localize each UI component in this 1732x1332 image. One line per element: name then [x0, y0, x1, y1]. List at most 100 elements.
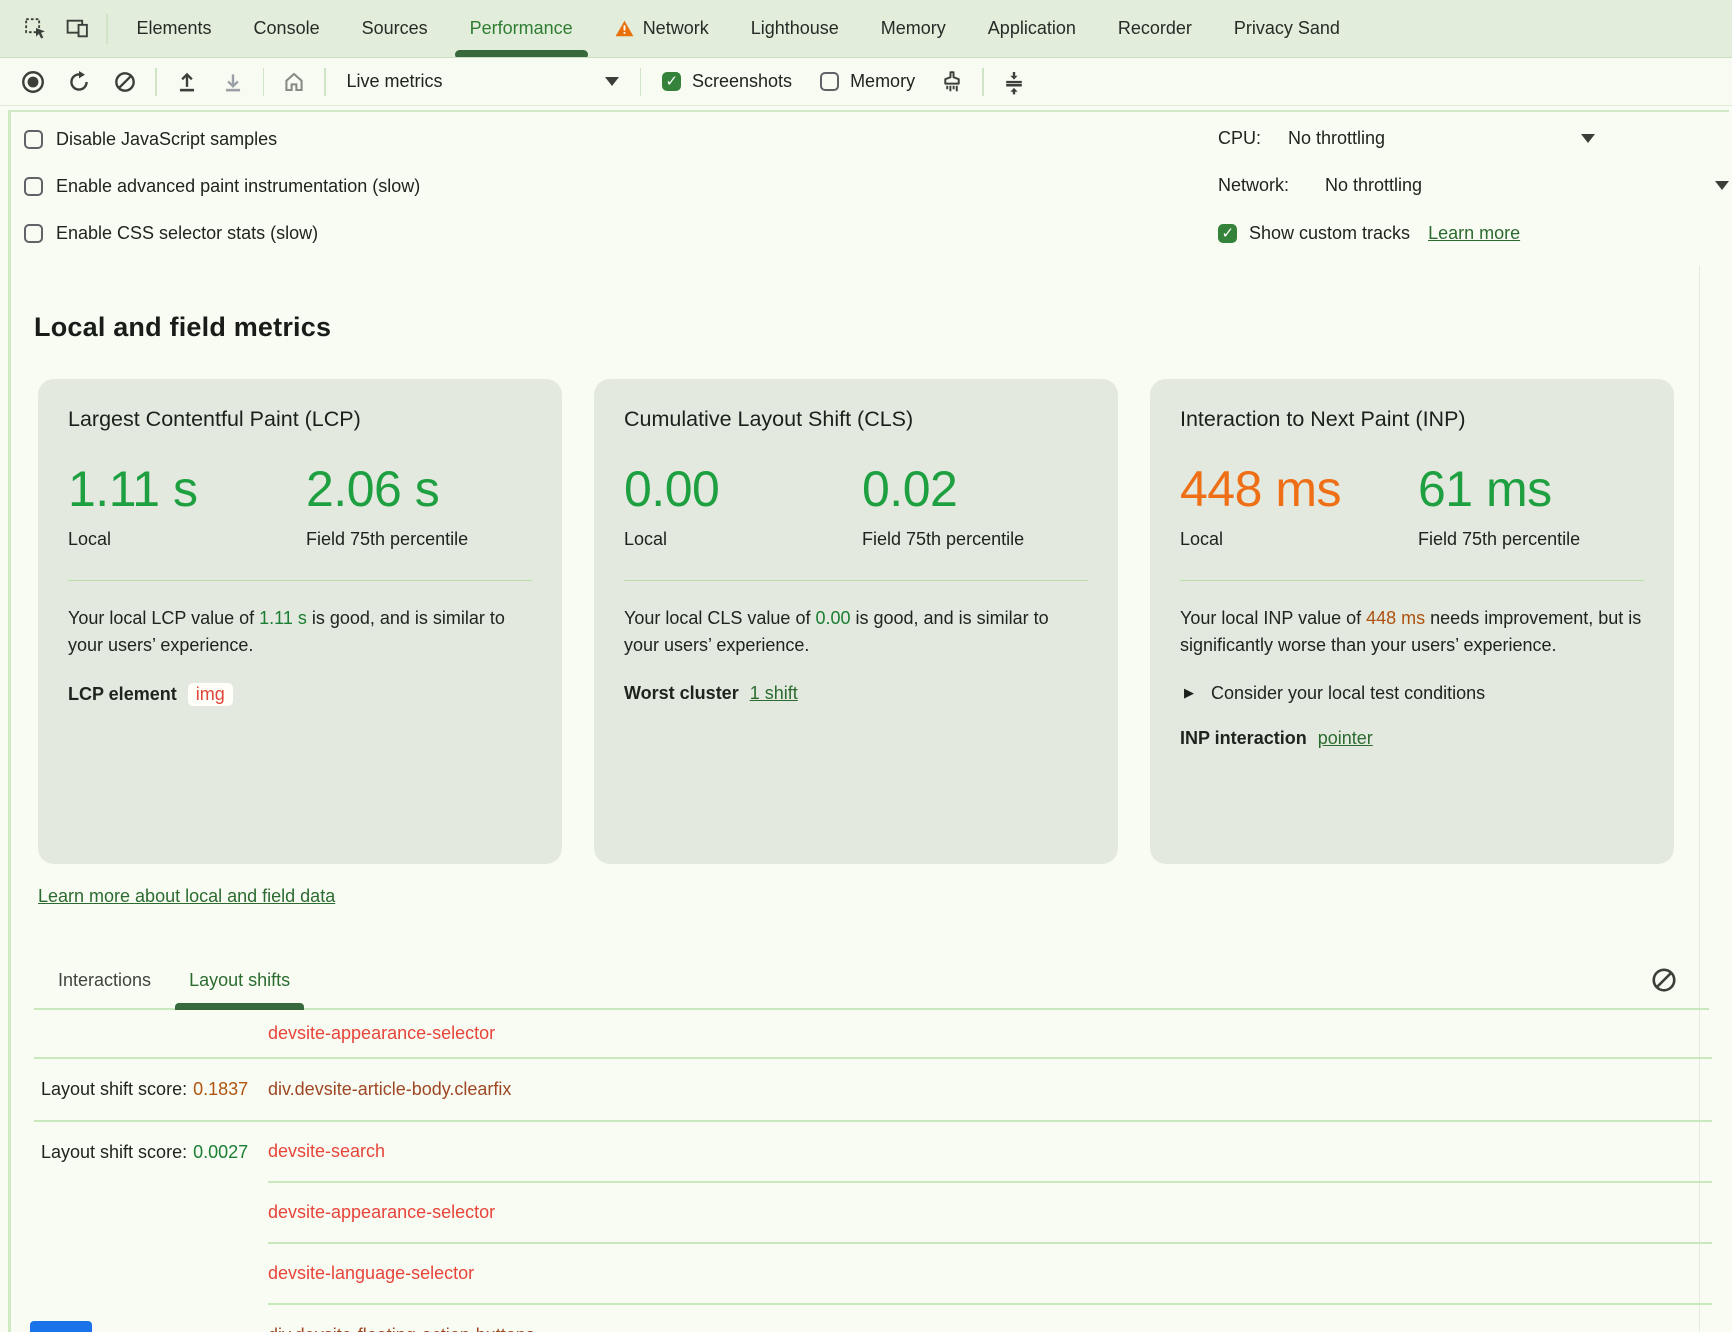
- lcp-element-node-chip[interactable]: img: [188, 683, 233, 706]
- tab-lighthouse[interactable]: Lighthouse: [730, 0, 860, 57]
- custom-tracks-row[interactable]: Show custom tracks Learn more: [1209, 210, 1732, 257]
- card-divider: [624, 580, 1088, 581]
- lcp-card: Largest Contentful Paint (LCP) 1.11 s Lo…: [38, 379, 562, 864]
- chevron-down-icon[interactable]: [1715, 181, 1729, 190]
- load-profile-icon[interactable]: [164, 62, 210, 102]
- checkbox[interactable]: [24, 177, 43, 196]
- custom-tracks-label: Show custom tracks: [1249, 223, 1410, 244]
- tab-label: Application: [988, 18, 1076, 39]
- tab-label: Console: [254, 18, 320, 39]
- tab-privacy-sand[interactable]: Privacy Sand: [1213, 0, 1361, 57]
- tab-label: Elements: [137, 18, 212, 39]
- inp-card-title: Interaction to Next Paint (INP): [1180, 407, 1644, 432]
- screenshots-checkbox[interactable]: [662, 72, 681, 91]
- tab-interactions[interactable]: Interactions: [44, 953, 165, 1008]
- tab-elements[interactable]: Elements: [116, 0, 233, 57]
- score-value: 0.1837: [193, 1079, 248, 1100]
- shift-node-link[interactable]: devsite-appearance-selector: [268, 1023, 495, 1044]
- home-icon[interactable]: [271, 62, 317, 102]
- warning-icon: [615, 20, 634, 37]
- collapse-icon[interactable]: [991, 62, 1037, 102]
- cls-card-title: Cumulative Layout Shift (CLS): [624, 407, 1088, 432]
- devtools-window: Elements Console Sources Performance Network…: [0, 0, 1732, 1332]
- layout-shift-row: Layout shift score: 0.0027devsite-search: [34, 1122, 1712, 1183]
- card-divider: [1180, 580, 1644, 581]
- tab-layout-shifts[interactable]: Layout shifts: [175, 953, 304, 1008]
- lcp-card-title: Largest Contentful Paint (LCP): [68, 407, 532, 432]
- local-test-conditions-expander[interactable]: ▶ Consider your local test conditions: [1184, 683, 1644, 704]
- selected-tab-indicator: [455, 50, 588, 57]
- layout-shift-row: devsite-appearance-selector: [34, 1010, 1712, 1059]
- lcp-element-row: LCP element img: [68, 683, 532, 706]
- gc-brush-icon[interactable]: [929, 62, 975, 102]
- shift-node-cell: devsite-language-selector: [268, 1244, 1712, 1305]
- custom-tracks-learn-more-link[interactable]: Learn more: [1428, 223, 1520, 244]
- cls-shift-link[interactable]: 1 shift: [750, 683, 798, 704]
- tab-label: Recorder: [1118, 18, 1192, 39]
- capture-settings-right: CPU: No throttling Network: No throttlin…: [1209, 116, 1732, 257]
- tab-recorder[interactable]: Recorder: [1097, 0, 1213, 57]
- tab-console[interactable]: Console: [233, 0, 341, 57]
- layout-shift-score-cell: Layout shift score: 0.0027: [41, 1122, 268, 1183]
- panel-mode-select[interactable]: Live metrics: [333, 71, 633, 92]
- live-metrics-pane: Local and field metrics Largest Contentf…: [11, 266, 1700, 1332]
- cls-field-value: 0.02: [862, 460, 1088, 518]
- inp-field-value: 61 ms: [1418, 460, 1644, 518]
- checkbox[interactable]: [24, 224, 43, 243]
- tab-performance[interactable]: Performance: [449, 0, 594, 57]
- tab-network[interactable]: Network: [594, 0, 730, 57]
- divider: [155, 68, 157, 96]
- checkbox-label: Disable JavaScript samples: [56, 129, 277, 150]
- inp-interaction-link[interactable]: pointer: [1318, 728, 1373, 749]
- chevron-down-icon[interactable]: [1581, 134, 1595, 143]
- clear-button[interactable]: [102, 62, 148, 102]
- divider: [106, 14, 108, 44]
- clear-log-icon[interactable]: [1647, 963, 1681, 997]
- memory-checkbox[interactable]: [820, 72, 839, 91]
- shift-node-cell: div.devsite-floating-action-buttons: [268, 1305, 1712, 1332]
- screenshots-checkbox-row[interactable]: Screenshots: [662, 71, 792, 92]
- tab-layout-shifts-label: Layout shifts: [189, 970, 290, 991]
- cpu-label: CPU:: [1218, 128, 1261, 149]
- layout-shift-row: devsite-language-selector: [34, 1244, 1712, 1305]
- cpu-throttle-row: CPU: No throttling: [1209, 116, 1732, 163]
- record-button[interactable]: [10, 62, 56, 102]
- shift-node-cell: div.devsite-article-body.clearfix: [268, 1059, 1712, 1120]
- learn-more-field-data-link[interactable]: Learn more about local and field data: [38, 886, 335, 907]
- horizontal-scrollbar-thumb[interactable]: [30, 1321, 92, 1332]
- tab-label: Performance: [470, 18, 573, 39]
- reload-record-button[interactable]: [56, 62, 102, 102]
- cls-inline-value: 0.00: [815, 608, 850, 628]
- metric-cards: Largest Contentful Paint (LCP) 1.11 s Lo…: [38, 379, 1674, 864]
- shift-node-link[interactable]: devsite-language-selector: [268, 1263, 474, 1284]
- tab-application[interactable]: Application: [967, 0, 1097, 57]
- checkbox[interactable]: [24, 130, 43, 149]
- lcp-element-label: LCP element: [68, 684, 177, 705]
- shift-node-link[interactable]: div.devsite-floating-action-buttons: [268, 1325, 535, 1332]
- shift-node-link[interactable]: devsite-search: [268, 1141, 385, 1162]
- shift-node-cell: devsite-appearance-selector: [268, 1010, 1712, 1057]
- tab-label: Network: [643, 18, 709, 39]
- cls-values: 0.00 Local 0.02 Field 75th percentile: [624, 460, 1088, 554]
- layout-shift-row: Layout shift score: 0.1837div.devsite-ar…: [34, 1059, 1712, 1122]
- inspect-element-icon[interactable]: [14, 9, 56, 49]
- layout-shift-score-cell: Layout shift score: 0.1837: [41, 1059, 268, 1120]
- save-profile-icon[interactable]: [210, 62, 256, 102]
- network-throttle-select[interactable]: No throttling: [1325, 175, 1422, 196]
- memory-checkbox-row[interactable]: Memory: [820, 71, 915, 92]
- device-toolbar-icon[interactable]: [56, 9, 98, 49]
- network-label: Network:: [1218, 175, 1289, 196]
- lcp-description: Your local LCP value of 1.11 s is good, …: [68, 605, 532, 659]
- custom-tracks-checkbox[interactable]: [1218, 224, 1237, 243]
- tab-sources[interactable]: Sources: [341, 0, 449, 57]
- layout-shift-score-cell: [41, 1244, 268, 1305]
- history-tabbar: Interactions Layout shifts: [34, 953, 1709, 1010]
- cpu-throttle-select[interactable]: No throttling: [1288, 128, 1385, 149]
- metrics-heading: Local and field metrics: [34, 312, 1699, 343]
- shift-node-link[interactable]: devsite-appearance-selector: [268, 1202, 495, 1223]
- tab-interactions-label: Interactions: [58, 970, 151, 991]
- cls-field-label: Field 75th percentile: [862, 526, 1037, 554]
- tab-memory[interactable]: Memory: [860, 0, 967, 57]
- shift-node-cell: devsite-search: [268, 1122, 1712, 1183]
- shift-node-link[interactable]: div.devsite-article-body.clearfix: [268, 1079, 511, 1100]
